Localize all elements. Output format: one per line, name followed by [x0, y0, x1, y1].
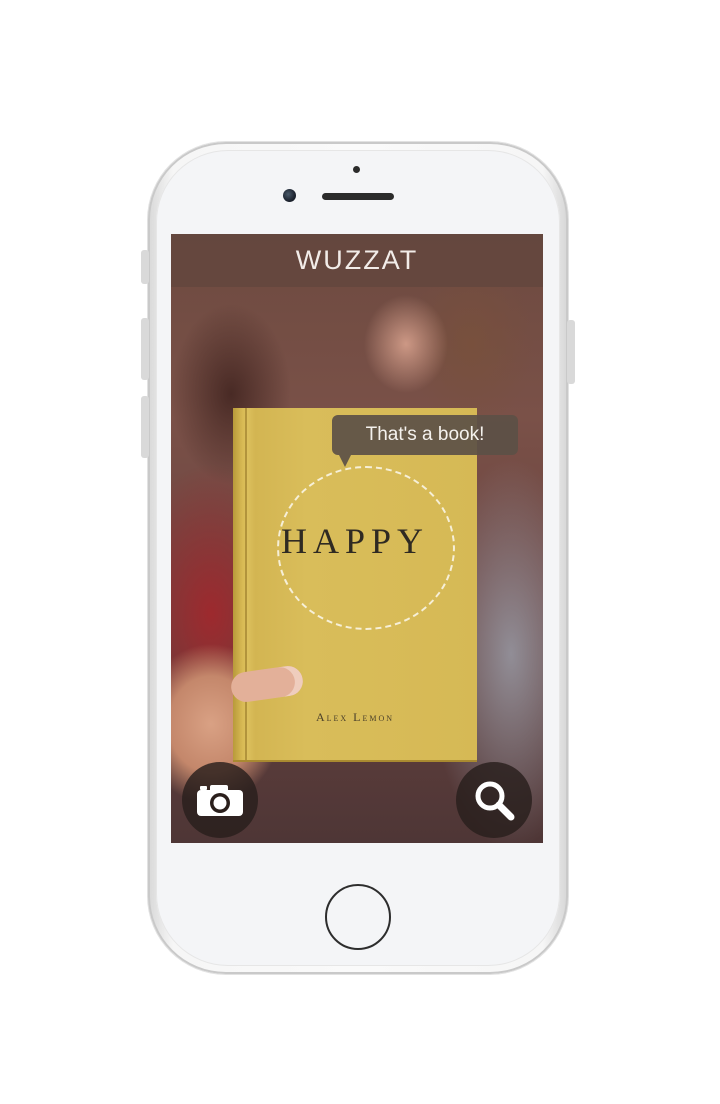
- silent-switch: [141, 250, 149, 284]
- search-button[interactable]: [456, 762, 532, 838]
- book-author: Alex Lemon: [315, 710, 395, 724]
- recognition-tooltip: That's a book!: [332, 415, 518, 455]
- app-title: WUZZAT: [295, 245, 419, 275]
- earpiece-speaker: [322, 193, 394, 200]
- volume-down-button: [141, 396, 149, 458]
- app-header: WUZZAT: [171, 234, 543, 287]
- book-spine: [245, 408, 247, 760]
- proximity-sensor: [353, 166, 360, 173]
- home-button[interactable]: [325, 884, 391, 950]
- front-camera: [283, 189, 296, 202]
- detection-target-circle: [277, 466, 455, 630]
- tooltip-pointer: [339, 455, 351, 467]
- magnifier-icon: [475, 781, 515, 821]
- recognition-text: That's a book!: [365, 424, 485, 445]
- camera-icon: [197, 785, 243, 816]
- camera-viewfinder: WUZZAT HAPPY Alex Lemon That's a book!: [171, 234, 543, 843]
- camera-button[interactable]: [182, 762, 258, 838]
- volume-up-button: [141, 318, 149, 380]
- power-button: [567, 320, 575, 384]
